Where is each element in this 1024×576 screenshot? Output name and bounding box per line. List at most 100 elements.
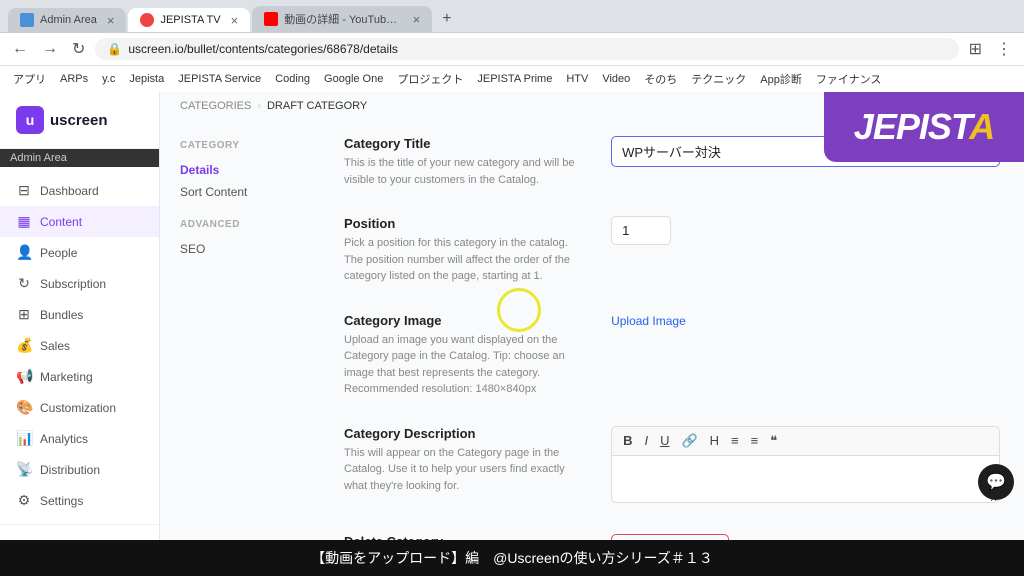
bookmark-finance[interactable]: ファイナンス: [811, 69, 887, 89]
upload-image-link[interactable]: Upload Image: [611, 314, 686, 328]
bookmark-sonotachi[interactable]: そのち: [639, 69, 682, 89]
bookmark-coding[interactable]: Coding: [270, 71, 315, 87]
category-description-label-group: Category Description This will appear on…: [344, 426, 587, 495]
browser-chrome: Admin Area × JEPISTA TV × 動画の詳細 - YouTub…: [0, 0, 1024, 92]
address-text: uscreen.io/bullet/contents/categories/68…: [128, 42, 946, 56]
bookmark-appdiag[interactable]: App診断: [755, 69, 807, 89]
category-image-row: Category Image Upload an image you want …: [344, 313, 1000, 398]
position-desc: Pick a position for this category in the…: [344, 235, 587, 285]
sidebar-item-label: Dashboard: [40, 184, 99, 198]
menu-button[interactable]: ⋮: [992, 37, 1016, 61]
rte-underline-button[interactable]: U: [655, 431, 674, 450]
reload-button[interactable]: ↻: [68, 37, 89, 61]
sidebar-logo: u uscreen: [0, 92, 159, 149]
app-wrapper: JEPISTA u uscreen Admin Area ⊟ Dashboard…: [0, 92, 1024, 540]
browser-tabs: Admin Area × JEPISTA TV × 動画の詳細 - YouTub…: [0, 0, 1024, 32]
rte-ordered-list-button[interactable]: ≡: [746, 431, 764, 450]
left-panel-item-seo[interactable]: SEO: [180, 238, 300, 260]
sidebar-bottom: 🏪 Storefront ❓ Help Fukaya JEPISTA TV: [0, 524, 159, 540]
tab-favicon: [20, 13, 34, 27]
marketing-icon: 📢: [16, 368, 32, 385]
breadcrumb-parent[interactable]: CATEGORIES: [180, 100, 251, 112]
subscription-icon: ↻: [16, 275, 32, 292]
advanced-section-label: ADVANCED: [180, 219, 300, 230]
rte-italic-button[interactable]: I: [639, 431, 653, 450]
sidebar-item-label: Subscription: [40, 277, 106, 291]
sidebar-item-label: Marketing: [40, 370, 93, 384]
bookmark-project[interactable]: プロジェクト: [392, 69, 468, 89]
bookmarks-bar: アプリ ARPs y.c Jepista JEPISTA Service Cod…: [0, 65, 1024, 92]
left-panel-item-details[interactable]: Details: [180, 159, 300, 181]
bookmark-jepista[interactable]: Jepista: [124, 71, 169, 87]
sidebar-item-distribution[interactable]: 📡 Distribution: [0, 454, 159, 485]
delete-category-button[interactable]: Delete category: [611, 534, 729, 541]
category-image-label-group: Category Image Upload an image you want …: [344, 313, 587, 398]
delete-category-row: Delete Category By clicking on this dele…: [344, 534, 1000, 541]
bookmark-yc[interactable]: y.c: [97, 71, 120, 87]
address-bar[interactable]: 🔒 uscreen.io/bullet/contents/categories/…: [95, 38, 958, 60]
sidebar-item-label: Customization: [40, 401, 116, 415]
caption-bar: 【動画をアップロード】編 @Uscreenの使い方シリーズ＃１３: [0, 540, 1024, 576]
position-row: Position Pick a position for this catego…: [344, 216, 1000, 285]
rte-quote-button[interactable]: ❝: [765, 431, 782, 451]
tab-admin[interactable]: Admin Area ×: [8, 8, 126, 32]
sidebar-item-label: Sales: [40, 339, 70, 353]
position-label-group: Position Pick a position for this catego…: [344, 216, 587, 285]
category-section-label: CATEGORY: [180, 140, 300, 151]
category-title-desc: This is the title of your new category a…: [344, 155, 587, 188]
category-description-row: Category Description This will appear on…: [344, 426, 1000, 506]
back-button[interactable]: ←: [8, 38, 32, 60]
bookmark-jepista-service[interactable]: JEPISTA Service: [173, 71, 266, 87]
sidebar-item-content[interactable]: ▦ Content: [0, 206, 159, 237]
bookmark-video[interactable]: Video: [597, 71, 635, 87]
jepista-text: JEPISTA: [854, 106, 994, 148]
tab-close-icon[interactable]: ×: [413, 13, 421, 26]
rte-heading-button[interactable]: H: [705, 431, 724, 450]
bookmark-arps[interactable]: ARPs: [55, 71, 93, 87]
sidebar-item-customization[interactable]: 🎨 Customization: [0, 392, 159, 423]
sidebar-item-label: Content: [40, 215, 82, 229]
breadcrumb-current: DRAFT CATEGORY: [267, 100, 367, 112]
new-tab-button[interactable]: +: [434, 6, 459, 32]
tab-close-icon[interactable]: ×: [107, 14, 115, 27]
content-inner: CATEGORY Details Sort Content ADVANCED S…: [160, 120, 1024, 540]
category-image-label: Category Image: [344, 313, 587, 328]
rte-list-button[interactable]: ≡: [726, 431, 744, 450]
sidebar-item-dashboard[interactable]: ⊟ Dashboard: [0, 175, 159, 206]
bookmark-apps[interactable]: アプリ: [8, 69, 51, 89]
sidebar-item-people[interactable]: 👤 People: [0, 237, 159, 268]
sidebar-item-sales[interactable]: 💰 Sales: [0, 330, 159, 361]
chat-bubble[interactable]: 💬: [978, 464, 1014, 500]
tab-label: 動画の詳細 - YouTube Studio: [284, 11, 402, 27]
tab-youtube[interactable]: 動画の詳細 - YouTube Studio ×: [252, 6, 432, 32]
left-panel-item-sort-content[interactable]: Sort Content: [180, 181, 300, 203]
rte-bold-button[interactable]: B: [618, 431, 637, 450]
sidebar-item-label: Distribution: [40, 463, 100, 477]
bookmark-htv[interactable]: HTV: [561, 71, 593, 87]
sidebar-item-bundles[interactable]: ⊞ Bundles: [0, 299, 159, 330]
breadcrumb-separator: ›: [257, 100, 261, 112]
chat-icon: 💬: [986, 472, 1006, 492]
tab-jepista[interactable]: JEPISTA TV ×: [128, 8, 250, 32]
category-description-textarea[interactable]: [611, 455, 1000, 503]
tab-close-icon[interactable]: ×: [231, 14, 239, 27]
position-control: [611, 216, 1000, 245]
sidebar-item-storefront[interactable]: 🏪 Storefront: [0, 533, 159, 540]
bookmark-jepista-prime[interactable]: JEPISTA Prime: [472, 71, 557, 87]
bookmark-tekuniku[interactable]: テクニック: [686, 69, 751, 89]
distribution-icon: 📡: [16, 461, 32, 478]
settings-icon: ⚙: [16, 492, 32, 509]
delete-category-label: Delete Category: [344, 534, 587, 541]
bundles-icon: ⊞: [16, 306, 32, 323]
browser-toolbar: ← → ↻ 🔒 uscreen.io/bullet/contents/categ…: [0, 32, 1024, 65]
sidebar-item-subscription[interactable]: ↻ Subscription: [0, 268, 159, 299]
sidebar-item-analytics[interactable]: 📊 Analytics: [0, 423, 159, 454]
forward-button[interactable]: →: [38, 38, 62, 60]
extensions-button[interactable]: ⊞: [965, 37, 986, 61]
rte-link-button[interactable]: 🔗: [676, 431, 702, 451]
sidebar-item-settings[interactable]: ⚙ Settings: [0, 485, 159, 516]
sidebar-item-marketing[interactable]: 📢 Marketing: [0, 361, 159, 392]
bookmark-google-one[interactable]: Google One: [319, 71, 388, 87]
admin-area-link[interactable]: Admin Area: [10, 152, 67, 164]
position-input[interactable]: [611, 216, 671, 245]
